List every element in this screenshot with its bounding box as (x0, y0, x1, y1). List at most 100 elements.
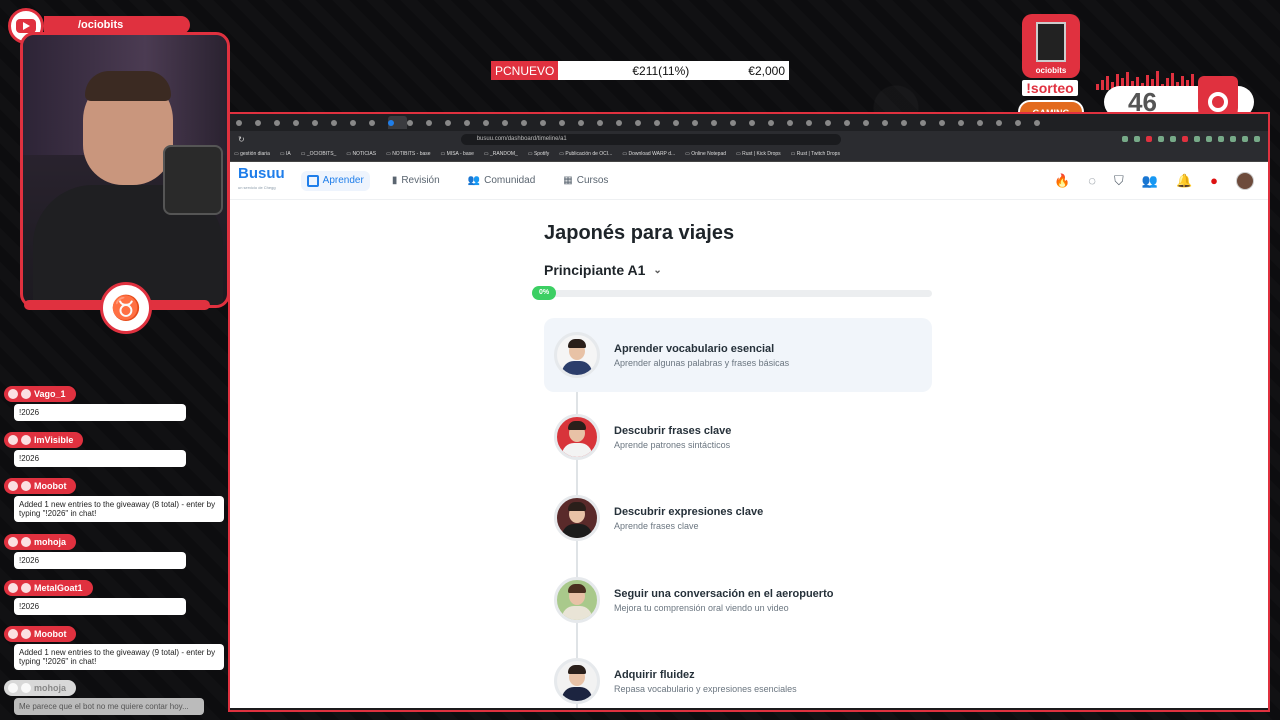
lesson-subtitle: Repasa vocabulario y expresiones esencia… (614, 683, 797, 694)
streak-flame-icon[interactable]: 🔥 (1054, 173, 1070, 189)
browser-tab[interactable] (958, 116, 977, 129)
lesson-item[interactable]: Adquirir fluidez Repasa vocabulario y exp… (544, 644, 932, 710)
browser-tab[interactable] (274, 116, 293, 129)
twitch-icon (8, 481, 18, 491)
browser-tab[interactable] (616, 116, 635, 129)
browser-tab[interactable] (236, 116, 255, 129)
browser-tab[interactable] (863, 116, 882, 129)
nav-community[interactable]: 👥 Comunidad (462, 171, 542, 190)
browser-tab[interactable] (578, 116, 597, 129)
browser-tab[interactable] (977, 116, 996, 129)
bookmark[interactable]: Publicación de OCI... (559, 151, 612, 157)
chat-message: ImVisible !2026 (4, 432, 214, 467)
daily-goal-ring-icon[interactable]: ◌ (1088, 173, 1096, 188)
leagues-shield-icon[interactable]: ⛉ (1114, 173, 1124, 189)
browser-tab[interactable] (920, 116, 939, 129)
browser-tab[interactable] (255, 116, 274, 129)
browser-tab[interactable] (312, 116, 331, 129)
browser-tab[interactable] (673, 116, 692, 129)
browser-tab[interactable] (692, 116, 711, 129)
browser-tab[interactable] (806, 116, 825, 129)
giveaway-brand: ociobits (1035, 66, 1067, 75)
bookmark[interactable]: _OCIOBITS_ (301, 151, 336, 157)
chat-text: !2026 (14, 450, 186, 467)
url-field[interactable]: busuu.com/dashboard/timeline/a1 (460, 133, 841, 145)
browser-tab[interactable] (711, 116, 730, 129)
bookmark[interactable]: gestión diaria (234, 151, 270, 157)
chat-user: mohoja (34, 683, 67, 693)
bookmark[interactable]: _RANDOM_ (484, 151, 518, 157)
tab-strip[interactable] (230, 114, 1268, 131)
browser-tab[interactable] (350, 116, 369, 129)
friends-icon[interactable]: 👥 (1142, 173, 1158, 189)
browser-tab[interactable] (559, 116, 578, 129)
twitch-icon (8, 537, 18, 547)
browser-tab[interactable] (882, 116, 901, 129)
lesson-title: Seguir una conversación en el aeropuerto (614, 587, 834, 600)
bookmark[interactable]: Rust | Kick Drops (736, 151, 781, 157)
japan-flag-icon[interactable]: ● (1210, 173, 1218, 188)
level-selector[interactable]: Principiante A1 ⌄ (544, 262, 662, 278)
browser-tab[interactable] (502, 116, 521, 129)
bookmark[interactable]: Rust | Twitch Drops (791, 151, 840, 157)
chat-text: !2026 (14, 598, 186, 615)
browser-tab[interactable] (768, 116, 787, 129)
lesson-title: Adquirir fluidez (614, 668, 695, 681)
twitch-icon (8, 389, 18, 399)
browser-tab[interactable] (540, 116, 559, 129)
lesson-item[interactable]: Descubrir expresiones clave Aprende frase… (544, 481, 932, 555)
extensions-bar[interactable] (1122, 136, 1268, 142)
twitch-icon (8, 583, 18, 593)
lesson-subtitle: Mejora tu comprensión oral viendo un vid… (614, 602, 789, 613)
browser-tab[interactable] (369, 116, 388, 129)
browser-tab[interactable] (1015, 116, 1034, 129)
browser-tab[interactable] (787, 116, 806, 129)
browser-tab[interactable] (426, 116, 445, 129)
notification-bell-icon[interactable]: 🔔 (1176, 173, 1192, 189)
chat-user: Moobot (34, 481, 67, 491)
browser-tab[interactable] (293, 116, 312, 129)
lesson-item[interactable]: Aprender vocabulario esencial Aprender al… (544, 318, 932, 392)
lesson-avatar (554, 658, 600, 704)
browser-tab[interactable] (1034, 116, 1053, 129)
browser-tab[interactable] (407, 116, 426, 129)
bookmark[interactable]: Online Notepad (685, 151, 726, 157)
busuu-logo[interactable]: Busuu un servicio de Chegg (238, 166, 285, 195)
bookmark[interactable]: NOTICIAS (346, 151, 376, 157)
reload-icon[interactable]: ↻ (238, 135, 245, 144)
chat-text: !2026 (14, 404, 186, 421)
browser-tab[interactable] (483, 116, 502, 129)
bookmark[interactable]: IA (280, 151, 291, 157)
browser-tab[interactable] (996, 116, 1015, 129)
user-avatar[interactable] (1236, 171, 1254, 190)
browser-tab[interactable] (749, 116, 768, 129)
browser-tab[interactable] (521, 116, 540, 129)
bookmark[interactable]: MISA - base (441, 151, 474, 157)
nav-learn[interactable]: Aprender (300, 170, 370, 191)
bookmark[interactable]: NOTIBITS - base (386, 151, 430, 157)
lesson-avatar (554, 495, 600, 541)
nav-review[interactable]: ▮ Revisión (386, 171, 446, 190)
browser-tab[interactable] (331, 116, 350, 129)
chat-user: mohoja (34, 537, 67, 547)
nav-courses[interactable]: ▦ Cursos (557, 171, 614, 190)
browser-tab[interactable] (445, 116, 464, 129)
browser-tab[interactable] (939, 116, 958, 129)
browser-tab[interactable] (464, 116, 483, 129)
lesson-item[interactable]: Seguir una conversación en el aeropuerto… (544, 563, 932, 637)
browser-tab[interactable] (654, 116, 673, 129)
lesson-item[interactable]: Descubrir frases clave Aprende patrones s… (544, 400, 932, 474)
lesson-avatar (554, 332, 600, 378)
browser-tab[interactable] (844, 116, 863, 129)
lesson-avatar (554, 577, 600, 623)
bookmark[interactable]: Download WARP d... (622, 151, 675, 157)
browser-tab-active[interactable] (388, 116, 407, 129)
browser-tab[interactable] (901, 116, 920, 129)
browser-tab[interactable] (730, 116, 749, 129)
chat-message: Vago_1 !2026 (4, 386, 214, 421)
bookmark[interactable]: Spotify (528, 151, 549, 157)
browser-tab[interactable] (635, 116, 654, 129)
browser-tab[interactable] (597, 116, 616, 129)
browser-tab[interactable] (825, 116, 844, 129)
logo-subtitle: un servicio de Chegg (238, 184, 276, 190)
